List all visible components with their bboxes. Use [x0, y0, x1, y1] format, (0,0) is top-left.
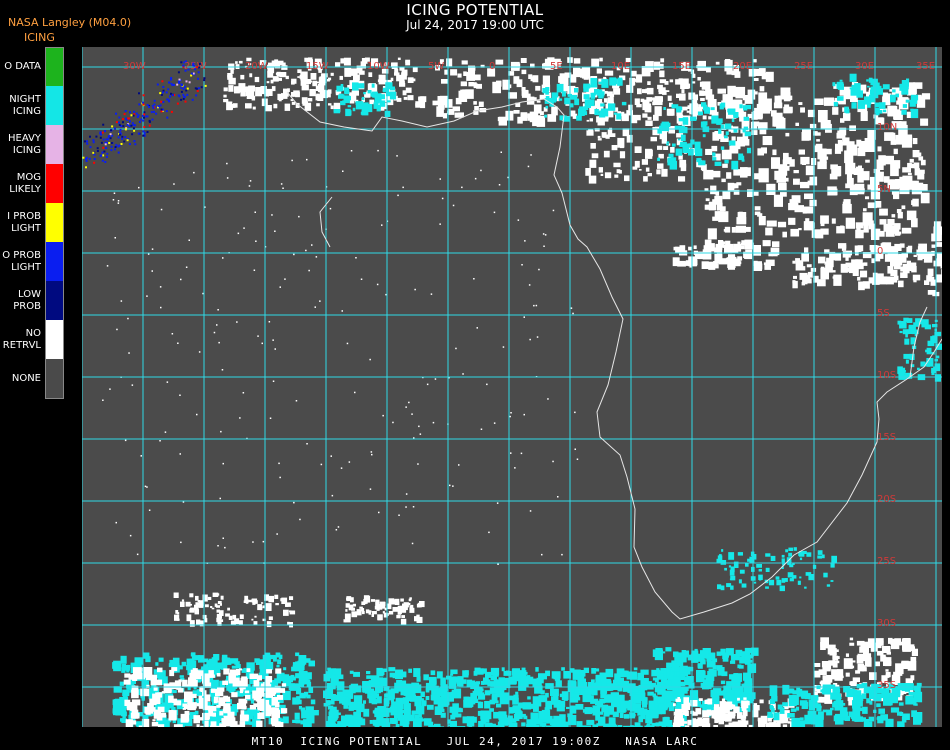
longitude-label: 0 — [489, 61, 495, 72]
legend-label: MOG LIKELY — [9, 171, 41, 195]
legend-swatch — [46, 203, 64, 242]
latitude-label: 35S — [877, 680, 896, 691]
legend-swatch — [46, 281, 64, 320]
latitude-label: 30S — [877, 618, 896, 629]
legend-item-no-data: O DATA — [0, 47, 66, 86]
legend-label: HEAVY ICING — [8, 132, 41, 156]
latitude-label: 0 — [877, 246, 883, 257]
legend-item-heavy-icing: HEAVY ICING — [0, 125, 66, 164]
legend-item-mog-likely: MOG LIKELY — [0, 164, 66, 203]
longitude-label: 30W — [123, 61, 146, 72]
legend-label: NO RETRVL — [2, 327, 41, 351]
longitude-label: 5W — [428, 61, 444, 72]
product-label: ICING — [24, 31, 55, 44]
longitude-label: 20W — [245, 61, 268, 72]
longitude-label: 5E — [550, 61, 563, 72]
latitude-label: 10N — [877, 122, 897, 133]
longitude-label: 10E — [611, 61, 630, 72]
latitude-label: 15S — [877, 432, 896, 443]
color-legend: O DATA NIGHT ICING HEAVY ICING MOG LIKELY I… — [0, 47, 66, 401]
latitude-label: 25S — [877, 556, 896, 567]
longitude-label: 15W — [306, 61, 329, 72]
map-title: ICING POTENTIAL — [406, 1, 544, 19]
icing-map: 30W 25W 20W 15W 10W 5W 0 5E 10E 15E 20E 25E 30E 35E10… — [82, 47, 942, 727]
legend-swatch — [46, 242, 64, 281]
longitude-label: 35E — [916, 61, 935, 72]
legend-label: O PROB LIGHT — [2, 249, 41, 273]
legend-item-none: NONE — [0, 359, 66, 398]
legend-item-hi-prob-light: I PROB LIGHT — [0, 203, 66, 242]
longitude-label: 15E — [672, 61, 691, 72]
footer-caption: MT10 ICING POTENTIAL JUL 24, 2017 19:00Z… — [251, 735, 699, 748]
legend-item-night-icing: NIGHT ICING — [0, 86, 66, 125]
latitude-label: 5N — [877, 184, 891, 195]
legend-label: NIGHT ICING — [9, 93, 41, 117]
longitude-label: 20E — [733, 61, 752, 72]
producer-label: NASA Langley (M04.0) — [8, 16, 132, 29]
longitude-label: 25E — [794, 61, 813, 72]
legend-item-low-prob: LOW PROB — [0, 281, 66, 320]
longitude-label: 30E — [855, 61, 874, 72]
legend-swatch — [46, 164, 64, 203]
legend-item-lo-prob-light: O PROB LIGHT — [0, 242, 66, 281]
legend-swatch — [46, 125, 64, 164]
legend-label: NONE — [11, 372, 41, 384]
legend-swatch — [46, 320, 64, 359]
legend-swatch — [46, 359, 64, 398]
legend-swatch — [46, 86, 64, 125]
map-date: Jul 24, 2017 19:00 UTC — [406, 18, 544, 32]
longitude-label: 10W — [367, 61, 390, 72]
latitude-label: 20S — [877, 494, 896, 505]
legend-label: O DATA — [4, 60, 41, 72]
latitude-label: 5S — [877, 308, 890, 319]
legend-item-no-retrvl: NO RETRVL — [0, 320, 66, 359]
legend-swatch — [46, 47, 64, 86]
latitude-label: 10S — [877, 370, 896, 381]
legend-label: I PROB LIGHT — [7, 210, 41, 234]
legend-label: LOW PROB — [13, 288, 41, 312]
